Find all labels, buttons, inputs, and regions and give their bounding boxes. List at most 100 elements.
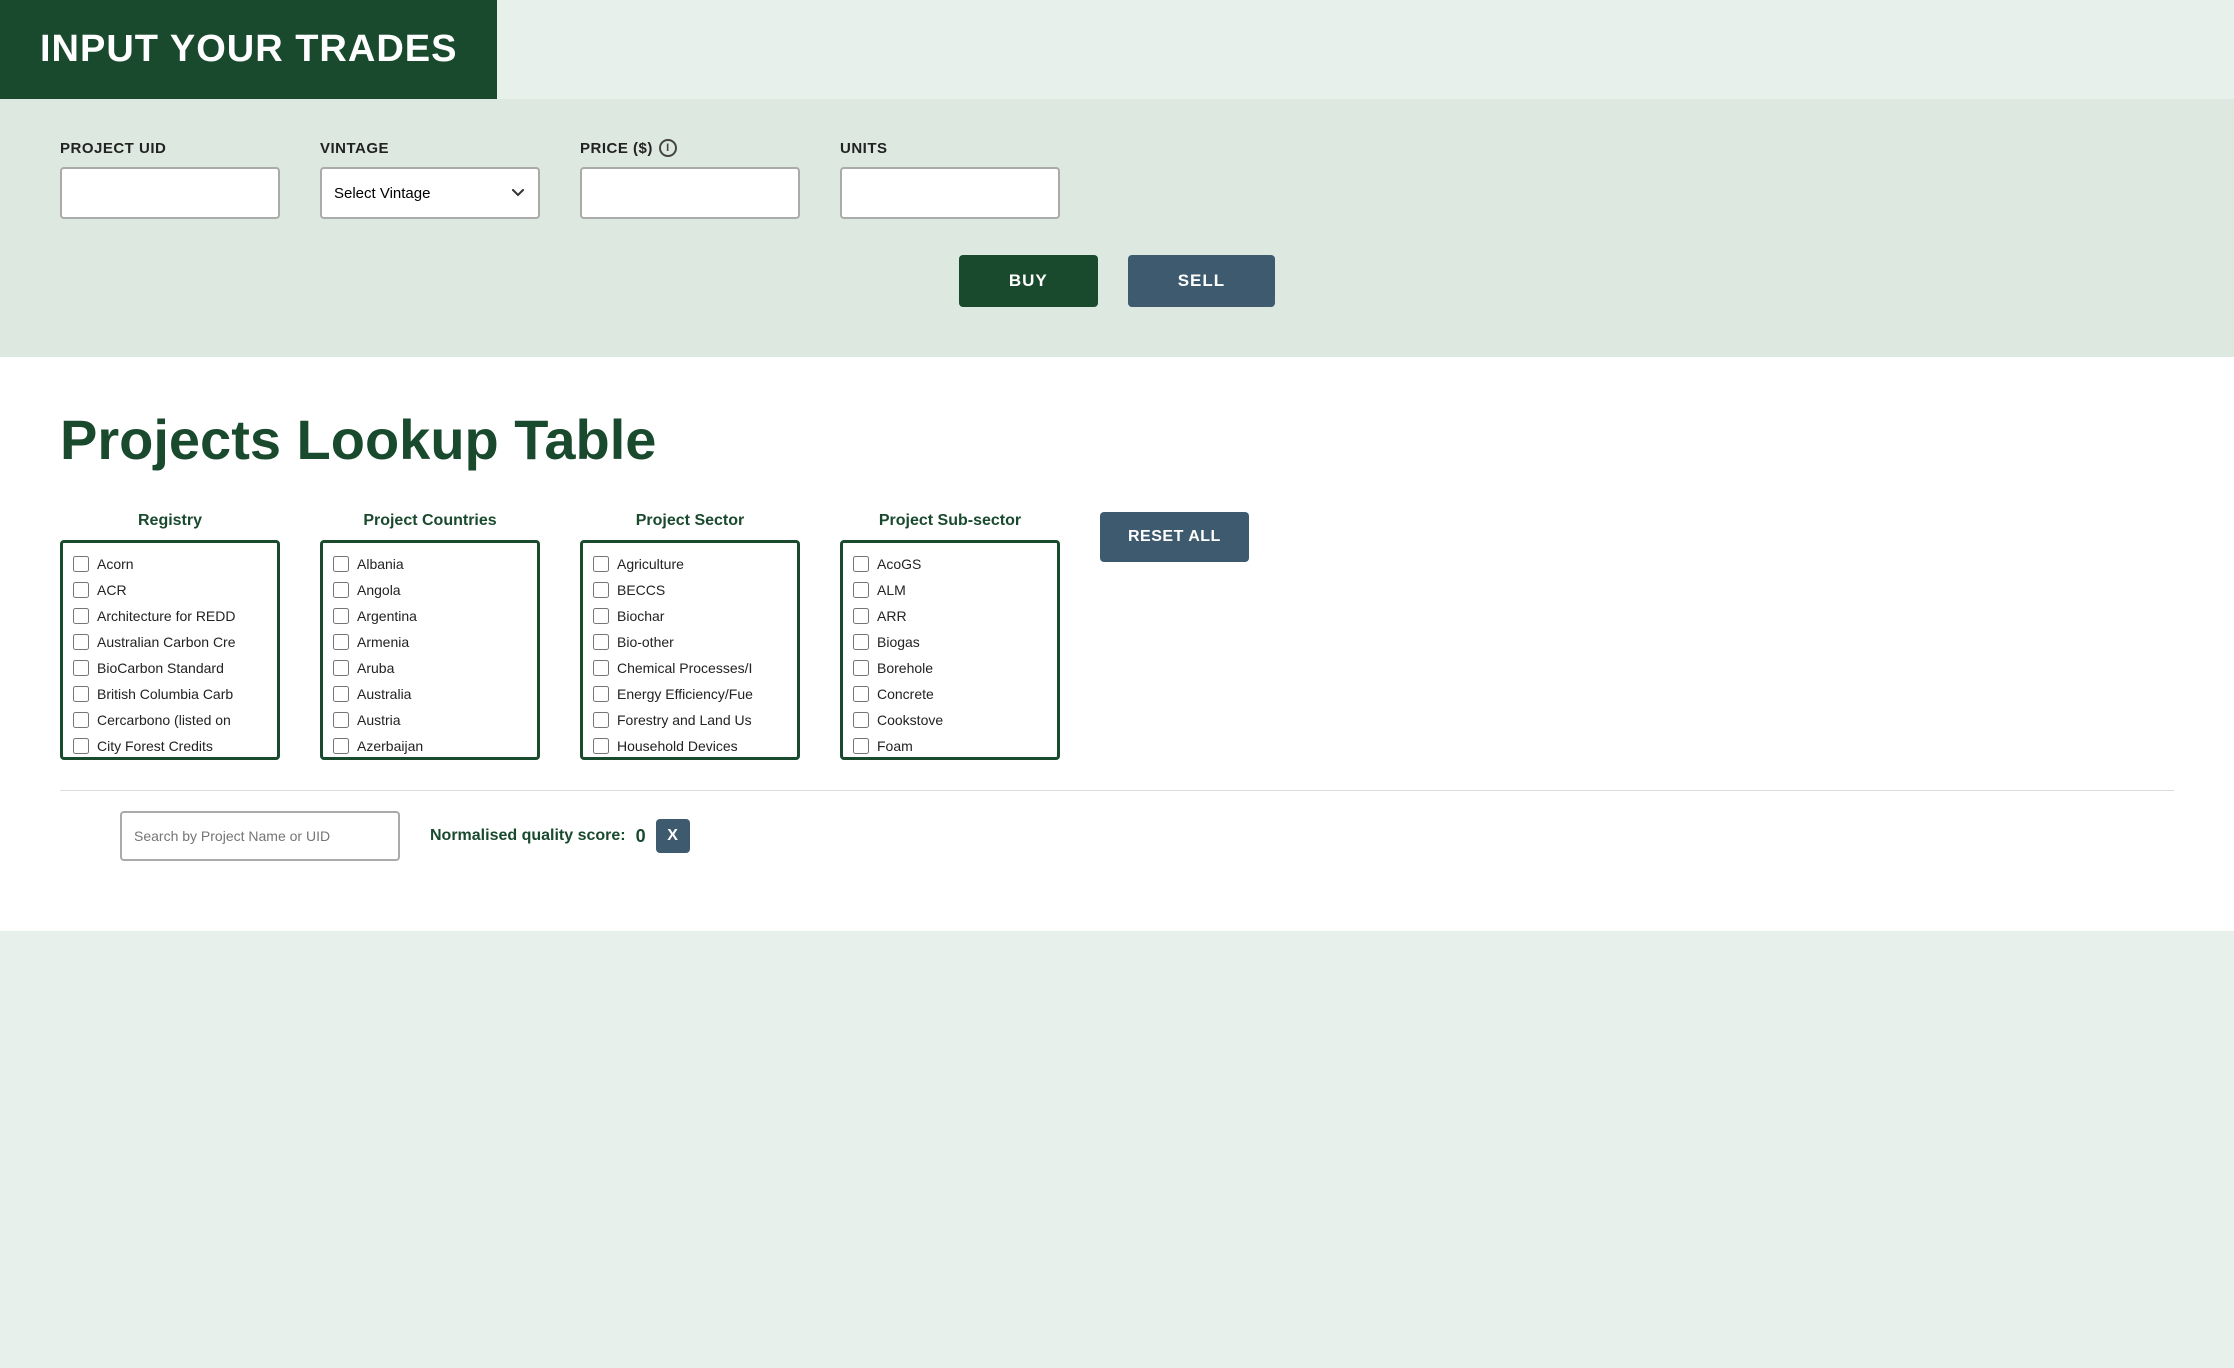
list-item[interactable]: Bio-other — [589, 629, 791, 655]
registry-acorn-checkbox[interactable] — [73, 556, 89, 572]
filter-row: Registry Acorn ACR Architecture for REDD… — [60, 512, 2174, 760]
list-item[interactable]: Architecture for REDD — [69, 603, 271, 629]
country-aruba-checkbox[interactable] — [333, 660, 349, 676]
list-item[interactable]: Cookstove — [849, 707, 1051, 733]
sector-forestry-checkbox[interactable] — [593, 712, 609, 728]
list-item[interactable]: Armenia — [329, 629, 531, 655]
sector-biochar-checkbox[interactable] — [593, 608, 609, 624]
countries-filter-col: Project Countries Albania Angola Argenti… — [320, 512, 540, 760]
project-uid-input[interactable] — [60, 167, 280, 219]
sector-list[interactable]: Agriculture BECCS Biochar Bio-other Chem… — [580, 540, 800, 760]
subsector-filter-col: Project Sub-sector AcoGS ALM ARR Biogas — [840, 512, 1060, 760]
list-item[interactable]: Concrete — [849, 681, 1051, 707]
registry-cercarbono-checkbox[interactable] — [73, 712, 89, 728]
country-australia-checkbox[interactable] — [333, 686, 349, 702]
list-item[interactable]: ACR — [69, 577, 271, 603]
vintage-label: VINTAGE — [320, 140, 540, 157]
list-item[interactable]: Australia — [329, 681, 531, 707]
reset-all-button[interactable]: RESET ALL — [1100, 512, 1249, 562]
sector-chemical-checkbox[interactable] — [593, 660, 609, 676]
input-section: PROJECT UID VINTAGE Select Vintage 2015 … — [0, 99, 2234, 357]
registry-biocarbon-checkbox[interactable] — [73, 660, 89, 676]
registry-acr-checkbox[interactable] — [73, 582, 89, 598]
sector-energy-efficiency-checkbox[interactable] — [593, 686, 609, 702]
list-item[interactable]: BECCS — [589, 577, 791, 603]
reset-button-wrapper: RESET ALL — [1100, 512, 1249, 566]
subsector-acogs-checkbox[interactable] — [853, 556, 869, 572]
price-input[interactable] — [580, 167, 800, 219]
project-uid-label: PROJECT UID — [60, 140, 280, 157]
sell-button[interactable]: SELL — [1128, 255, 1275, 307]
country-austria-checkbox[interactable] — [333, 712, 349, 728]
sector-household-checkbox[interactable] — [593, 738, 609, 754]
bottom-bar: Normalised quality score: 0 X — [60, 790, 2174, 891]
list-item[interactable]: Acorn — [69, 551, 271, 577]
price-info-icon[interactable]: i — [659, 139, 677, 157]
registry-arch-redd-checkbox[interactable] — [73, 608, 89, 624]
subsector-biogas-checkbox[interactable] — [853, 634, 869, 650]
country-azerbaijan-checkbox[interactable] — [333, 738, 349, 754]
list-item[interactable]: Agriculture — [589, 551, 791, 577]
sector-agriculture-checkbox[interactable] — [593, 556, 609, 572]
sector-beccs-checkbox[interactable] — [593, 582, 609, 598]
units-input[interactable] — [840, 167, 1060, 219]
fields-row: PROJECT UID VINTAGE Select Vintage 2015 … — [60, 139, 2174, 219]
list-item[interactable]: Azerbaijan — [329, 733, 531, 759]
project-uid-group: PROJECT UID — [60, 140, 280, 219]
lookup-section: Projects Lookup Table Registry Acorn ACR… — [0, 357, 2234, 931]
list-item[interactable]: City Forest Credits — [69, 733, 271, 759]
registry-aus-carbon-checkbox[interactable] — [73, 634, 89, 650]
subsector-cookstove-checkbox[interactable] — [853, 712, 869, 728]
list-item[interactable]: Aruba — [329, 655, 531, 681]
registry-label: Registry — [60, 512, 280, 530]
registry-list[interactable]: Acorn ACR Architecture for REDD Australi… — [60, 540, 280, 760]
list-item[interactable]: Australian Carbon Cre — [69, 629, 271, 655]
list-item[interactable]: BioCarbon Standard — [69, 655, 271, 681]
vintage-select[interactable]: Select Vintage 2015 2016 2017 2018 2019 … — [320, 167, 540, 219]
country-albania-checkbox[interactable] — [333, 556, 349, 572]
list-item[interactable]: Angola — [329, 577, 531, 603]
list-item[interactable]: ALM — [849, 577, 1051, 603]
country-armenia-checkbox[interactable] — [333, 634, 349, 650]
score-x-button[interactable]: X — [656, 819, 690, 853]
list-item[interactable]: Chemical Processes/I — [589, 655, 791, 681]
price-group: PRICE ($) i — [580, 139, 800, 219]
list-item[interactable]: Biochar — [589, 603, 791, 629]
quality-score-group: Normalised quality score: 0 X — [430, 819, 690, 853]
countries-list[interactable]: Albania Angola Argentina Armenia Aruba — [320, 540, 540, 760]
search-input[interactable] — [120, 811, 400, 861]
subsector-foam-checkbox[interactable] — [853, 738, 869, 754]
list-item[interactable]: British Columbia Carb — [69, 681, 271, 707]
country-angola-checkbox[interactable] — [333, 582, 349, 598]
sector-bio-other-checkbox[interactable] — [593, 634, 609, 650]
list-item[interactable]: Household Devices — [589, 733, 791, 759]
list-item[interactable]: Borehole — [849, 655, 1051, 681]
registry-bc-carb-checkbox[interactable] — [73, 686, 89, 702]
subsector-alm-checkbox[interactable] — [853, 582, 869, 598]
top-banner: INPUT YOUR TRADES — [0, 0, 497, 99]
list-item[interactable]: ARR — [849, 603, 1051, 629]
country-argentina-checkbox[interactable] — [333, 608, 349, 624]
buy-button[interactable]: BUY — [959, 255, 1098, 307]
list-item[interactable]: Forestry and Land Us — [589, 707, 791, 733]
list-item[interactable]: Cercarbono (listed on — [69, 707, 271, 733]
list-item[interactable]: Albania — [329, 551, 531, 577]
vintage-group: VINTAGE Select Vintage 2015 2016 2017 20… — [320, 140, 540, 219]
list-item[interactable]: Biogas — [849, 629, 1051, 655]
quality-score-label: Normalised quality score: — [430, 827, 626, 845]
list-item[interactable]: AcoGS — [849, 551, 1051, 577]
subsector-arr-checkbox[interactable] — [853, 608, 869, 624]
units-label: UNITS — [840, 140, 1060, 157]
subsector-label: Project Sub-sector — [840, 512, 1060, 530]
list-item[interactable]: Argentina — [329, 603, 531, 629]
subsector-borehole-checkbox[interactable] — [853, 660, 869, 676]
registry-city-forest-checkbox[interactable] — [73, 738, 89, 754]
subsector-concrete-checkbox[interactable] — [853, 686, 869, 702]
lookup-title: Projects Lookup Table — [60, 407, 2174, 472]
list-item[interactable]: Energy Efficiency/Fue — [589, 681, 791, 707]
list-item[interactable]: Foam — [849, 733, 1051, 759]
registry-filter-col: Registry Acorn ACR Architecture for REDD… — [60, 512, 280, 760]
subsector-list[interactable]: AcoGS ALM ARR Biogas Borehole — [840, 540, 1060, 760]
list-item[interactable]: Austria — [329, 707, 531, 733]
price-label: PRICE ($) i — [580, 139, 800, 157]
